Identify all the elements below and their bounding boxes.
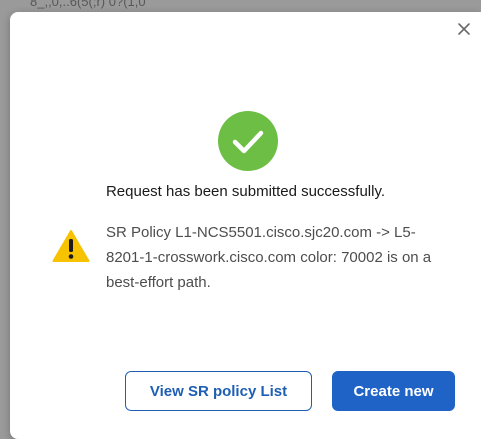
warning-notice: SR Policy L1-NCS5501.cisco.sjc20.com -> … bbox=[52, 220, 452, 295]
close-icon[interactable] bbox=[457, 22, 471, 36]
success-dialog: Request has been submitted successfully.… bbox=[10, 12, 481, 439]
background-text: 8_,,0,..6(5(;r) 0?(1,0 bbox=[30, 0, 146, 9]
success-message: Request has been submitted successfully. bbox=[105, 183, 386, 200]
check-circle-icon bbox=[218, 111, 278, 171]
create-new-button[interactable]: Create new bbox=[332, 371, 455, 411]
warning-triangle-icon bbox=[52, 230, 90, 262]
close-button[interactable] bbox=[453, 18, 475, 40]
view-sr-policy-list-button[interactable]: View SR policy List bbox=[125, 371, 312, 411]
warning-message: SR Policy L1-NCS5501.cisco.sjc20.com -> … bbox=[106, 224, 432, 291]
